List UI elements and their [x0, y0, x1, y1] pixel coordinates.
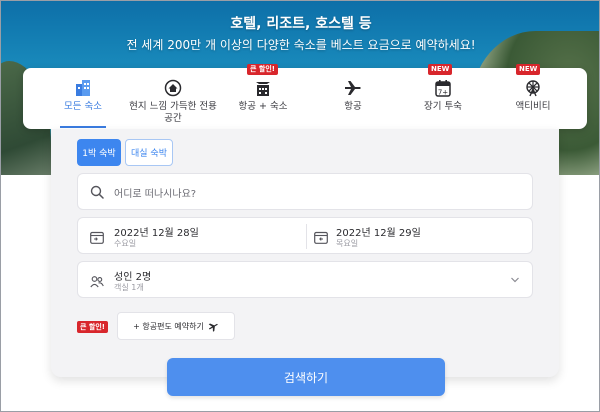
tab-flights[interactable]: 항공 [308, 68, 398, 129]
dates-field: 2022년 12월 28일 수요일 2022년 12월 29일 목요일 [77, 217, 533, 254]
home-icon [163, 78, 183, 98]
tab-label: 항공 [344, 101, 362, 112]
tab-active-underline [60, 126, 106, 128]
search-button[interactable]: 검색하기 [167, 358, 445, 396]
calendar-out-icon [314, 230, 328, 244]
add-flight-button[interactable]: + 항공편도 예약하기 [117, 312, 235, 340]
svg-text:7+: 7+ [438, 89, 448, 97]
day-use-stay-button[interactable]: 대실 숙박 [125, 139, 173, 166]
check-in-weekday: 수요일 [114, 239, 137, 248]
tab-long-stays[interactable]: NEW 7+ 장기 투숙 [398, 64, 488, 129]
guests-icon [90, 274, 104, 288]
check-in-date[interactable]: 2022년 12월 28일 수요일 [78, 218, 306, 255]
search-icon [90, 185, 104, 199]
tab-activities[interactable]: NEW 액티비티 [488, 64, 578, 129]
new-badge: NEW [516, 64, 541, 75]
flight-hotel-icon [253, 78, 273, 98]
product-tabs: 모든 숙소 현지 느낌 가득한 전용 공간 큰 할인! 항공 + 숙소 항공 N… [23, 64, 587, 129]
tab-label: 액티비티 [515, 101, 551, 112]
search-form: 1박 숙박 대실 숙박 어디로 떠나시나요? 2022년 12월 28일 수요일… [51, 129, 559, 377]
destination-placeholder: 어디로 떠나시나요? [114, 189, 197, 200]
guests-count: 성인 2명 [114, 272, 152, 283]
tab-label: 항공 + 숙소 [238, 101, 288, 112]
guests-field[interactable]: 성인 2명 객실 1개 [77, 261, 533, 298]
overnight-stay-button[interactable]: 1박 숙박 [77, 139, 121, 166]
calendar-7-icon: 7+ [433, 78, 453, 98]
check-out-weekday: 목요일 [336, 239, 359, 248]
rooms-count: 객실 1개 [114, 283, 144, 292]
tab-label: 장기 투숙 [424, 101, 462, 112]
building-icon [73, 78, 93, 98]
airplane-icon [343, 78, 363, 98]
calendar-in-icon [90, 230, 104, 244]
add-flight-label: + 항공편도 예약하기 [133, 321, 204, 331]
tab-label: 모든 숙소 [64, 101, 102, 112]
check-in-date-value: 2022년 12월 28일 [114, 228, 199, 239]
app-frame: 호텔, 리조트, 호스텔 등 전 세계 200만 개 이상의 다양한 숙소를 베… [0, 0, 600, 412]
ferris-wheel-icon [523, 78, 543, 98]
airplane-icon [208, 321, 219, 332]
hero-title: 호텔, 리조트, 호스텔 등 [230, 16, 372, 32]
tab-homes[interactable]: 현지 느낌 가득한 전용 공간 [128, 68, 218, 129]
hero-subtitle: 전 세계 200만 개 이상의 다양한 숙소를 베스트 요금으로 예약하세요! [126, 38, 476, 52]
tab-flight-hotel[interactable]: 큰 할인! 항공 + 숙소 [218, 64, 308, 129]
big-discount-badge: 큰 할인! [247, 64, 278, 75]
chevron-down-icon[interactable] [510, 275, 520, 285]
destination-field[interactable]: 어디로 떠나시나요? [77, 173, 533, 210]
tab-all-stays[interactable]: 모든 숙소 [38, 68, 128, 129]
check-out-date-value: 2022년 12월 29일 [336, 228, 421, 239]
check-out-date[interactable]: 2022년 12월 29일 목요일 [306, 218, 534, 255]
big-discount-badge: 큰 할인! [77, 321, 108, 333]
tab-label: 현지 느낌 가득한 전용 공간 [129, 101, 217, 124]
new-badge: NEW [428, 64, 453, 75]
